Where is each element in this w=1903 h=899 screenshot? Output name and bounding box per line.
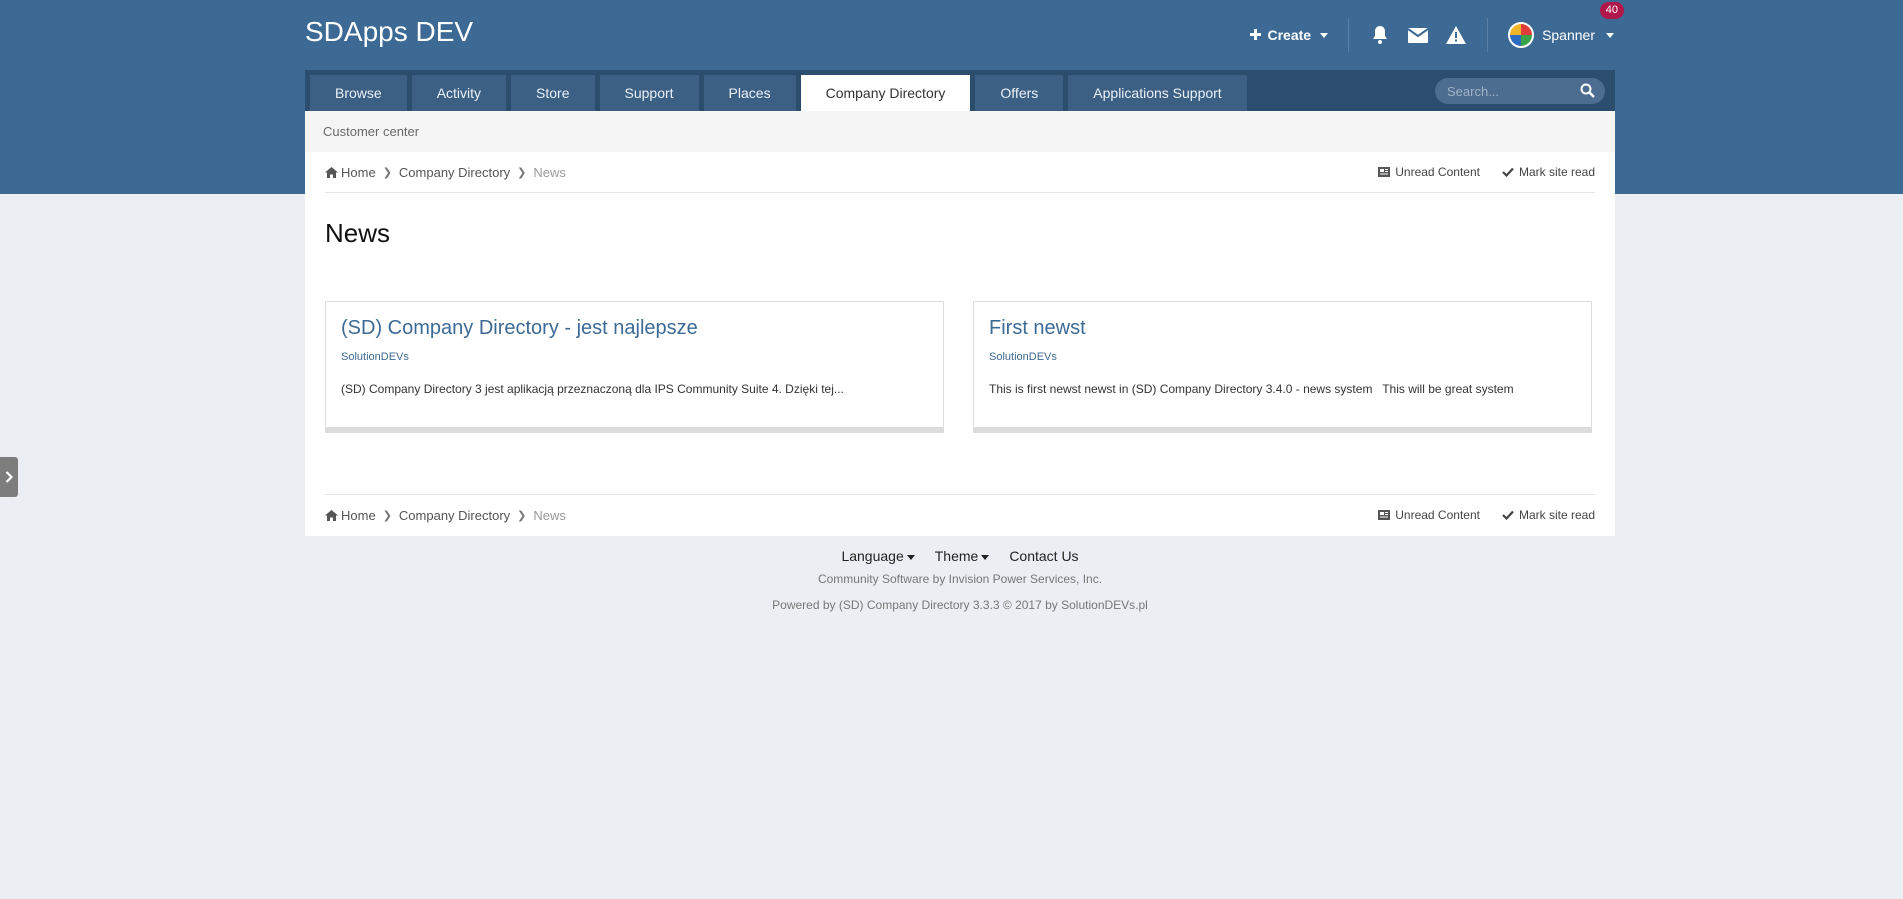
sub-nav: Customer center bbox=[305, 111, 1615, 152]
check-icon bbox=[1502, 510, 1514, 520]
tab-applications-support[interactable]: Applications Support bbox=[1068, 75, 1247, 111]
news-card: First newst SolutionDEVs This is first n… bbox=[973, 301, 1592, 433]
breadcrumb-home[interactable]: Home bbox=[325, 165, 376, 180]
search-box bbox=[1435, 78, 1605, 104]
home-icon bbox=[325, 509, 338, 521]
chevron-down-icon bbox=[981, 554, 990, 560]
tab-offers[interactable]: Offers bbox=[975, 75, 1064, 111]
unread-content-link[interactable]: Unread Content bbox=[1378, 508, 1480, 522]
news-card-title[interactable]: First newst bbox=[989, 317, 1086, 340]
plus-icon bbox=[1250, 27, 1262, 43]
mark-site-read-link[interactable]: Mark site read bbox=[1502, 508, 1595, 522]
page-title: News bbox=[325, 218, 391, 248]
chevron-right-icon: ❯ bbox=[517, 166, 527, 179]
newspaper-icon bbox=[1378, 167, 1391, 177]
warning-icon[interactable] bbox=[1445, 24, 1467, 46]
user-bar: Create Spanner 40 bbox=[1250, 0, 1624, 70]
breadcrumb-home-label: Home bbox=[341, 164, 376, 180]
tab-support[interactable]: Support bbox=[599, 75, 699, 111]
unread-content-label: Unread Content bbox=[1395, 508, 1480, 522]
notification-badge: 40 bbox=[1599, 2, 1624, 19]
unread-content-link[interactable]: Unread Content bbox=[1378, 165, 1480, 179]
theme-menu[interactable]: Theme bbox=[935, 548, 990, 564]
mark-site-read-link[interactable]: Mark site read bbox=[1502, 165, 1595, 179]
breadcrumb-home-label: Home bbox=[341, 507, 376, 523]
tab-activity[interactable]: Activity bbox=[411, 75, 507, 111]
chevron-down-icon bbox=[1320, 32, 1329, 38]
subnav-item-customer-center[interactable]: Customer center bbox=[323, 124, 419, 139]
main-content: Home ❯ Company Directory ❯ News Unread C… bbox=[305, 152, 1615, 536]
news-card-excerpt: (SD) Company Directory 3 jest aplikacją … bbox=[341, 382, 844, 396]
language-menu[interactable]: Language bbox=[841, 548, 915, 564]
community-software-credit[interactable]: Community Software by Invision Power Ser… bbox=[305, 572, 1615, 586]
home-icon bbox=[325, 166, 338, 178]
chevron-down-icon bbox=[906, 554, 915, 560]
theme-label: Theme bbox=[934, 548, 979, 564]
main-nav: Browse Activity Store Support Places Company … bbox=[305, 70, 1615, 111]
chevron-right-icon: ❯ bbox=[382, 166, 392, 179]
language-label: Language bbox=[841, 548, 904, 564]
create-button[interactable]: Create bbox=[1250, 27, 1329, 43]
bell-icon[interactable] bbox=[1369, 24, 1391, 46]
powered-by-credit[interactable]: Powered by (SD) Company Directory 3.3.3 … bbox=[305, 598, 1615, 612]
news-card-excerpt: This is first newst newst in (SD) Compan… bbox=[989, 382, 1514, 396]
tab-places[interactable]: Places bbox=[703, 75, 796, 111]
news-card-title[interactable]: (SD) Company Directory - jest najlepsze bbox=[341, 317, 698, 340]
tab-store[interactable]: Store bbox=[511, 75, 595, 111]
site-title[interactable]: SDApps DEV bbox=[305, 16, 473, 48]
contact-us-link[interactable]: Contact Us bbox=[1009, 548, 1078, 564]
tab-browse[interactable]: Browse bbox=[310, 75, 407, 111]
tab-company-directory[interactable]: Company Directory bbox=[800, 75, 971, 111]
breadcrumb-current: News bbox=[533, 164, 566, 180]
newspaper-icon bbox=[1378, 510, 1391, 520]
mark-site-read-label: Mark site read bbox=[1518, 165, 1595, 179]
breadcrumb-current: News bbox=[533, 507, 566, 523]
mark-site-read-label: Mark site read bbox=[1518, 508, 1595, 522]
breadcrumb-bottom: Home ❯ Company Directory ❯ News Unread C… bbox=[325, 494, 1595, 535]
user-menu[interactable]: Spanner 40 bbox=[1488, 2, 1624, 48]
chevron-down-icon bbox=[1606, 32, 1614, 38]
breadcrumb-home[interactable]: Home bbox=[325, 508, 376, 523]
breadcrumb-company-directory[interactable]: Company Directory bbox=[399, 165, 510, 180]
check-icon bbox=[1502, 167, 1514, 177]
breadcrumb: Home ❯ Company Directory ❯ News Unread C… bbox=[325, 152, 1595, 193]
create-label: Create bbox=[1267, 27, 1312, 43]
sidebar-toggle[interactable] bbox=[0, 457, 18, 497]
avatar bbox=[1508, 22, 1535, 48]
news-card-author[interactable]: SolutionDEVs bbox=[341, 351, 409, 363]
envelope-icon[interactable] bbox=[1407, 24, 1429, 46]
username: Spanner bbox=[1542, 27, 1595, 43]
unread-content-label: Unread Content bbox=[1395, 165, 1480, 179]
chevron-right-icon: ❯ bbox=[517, 509, 527, 522]
breadcrumb-company-directory[interactable]: Company Directory bbox=[399, 508, 510, 523]
search-icon[interactable] bbox=[1580, 83, 1595, 103]
news-card: (SD) Company Directory - jest najlepsze … bbox=[325, 301, 944, 433]
news-card-author[interactable]: SolutionDEVs bbox=[989, 351, 1057, 363]
footer: Language Theme Contact Us Community Soft… bbox=[305, 548, 1615, 612]
chevron-right-icon: ❯ bbox=[382, 509, 392, 522]
chevron-right-icon bbox=[5, 471, 13, 483]
search-input[interactable] bbox=[1435, 82, 1579, 100]
